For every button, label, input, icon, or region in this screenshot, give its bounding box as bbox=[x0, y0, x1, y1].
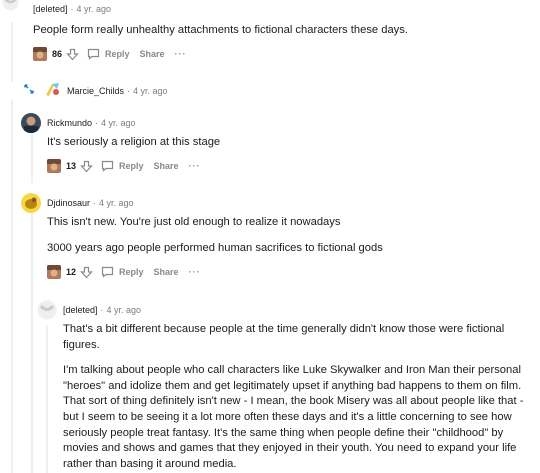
comment-body: People form really unhealthy attachments… bbox=[33, 23, 530, 39]
comment-body: That's a bit different because people at… bbox=[63, 322, 530, 472]
comment-meta: Rickmundo · 4 yr. ago bbox=[47, 118, 136, 128]
thread-line[interactable] bbox=[31, 213, 33, 473]
comment-author[interactable]: Djdinosaur bbox=[47, 198, 90, 208]
separator-dot: · bbox=[95, 118, 99, 128]
comment-time[interactable]: 4 yr. ago bbox=[101, 118, 136, 128]
comment-thread: [deleted] · 4 yr. ago People form really… bbox=[0, 0, 540, 473]
thread-line[interactable] bbox=[11, 100, 13, 473]
separator-dot: · bbox=[100, 305, 104, 315]
reply-button[interactable]: Reply bbox=[119, 161, 144, 171]
more-options-button[interactable]: ··· bbox=[189, 267, 201, 277]
thread-line[interactable] bbox=[31, 131, 33, 183]
share-button[interactable]: Share bbox=[154, 267, 179, 277]
comment-time[interactable]: 4 yr. ago bbox=[77, 4, 112, 14]
comment-time[interactable]: 4 yr. ago bbox=[107, 305, 142, 315]
reply-button[interactable]: Reply bbox=[105, 49, 130, 59]
comment-paragraph: I'm talking about people who call charac… bbox=[63, 364, 524, 470]
comment-author: [deleted] bbox=[63, 305, 98, 315]
upvote-avatar-icon[interactable] bbox=[47, 159, 61, 173]
deleted-user-icon bbox=[2, 0, 19, 11]
upvote-avatar-icon[interactable] bbox=[33, 47, 47, 61]
reply-icon[interactable] bbox=[101, 266, 114, 278]
comment-paragraph: People form really unhealthy attachments… bbox=[33, 24, 408, 36]
user-avatar[interactable] bbox=[21, 193, 41, 213]
comment-time[interactable]: 4 yr. ago bbox=[99, 198, 134, 208]
user-avatar[interactable] bbox=[44, 81, 61, 98]
reply-button[interactable]: Reply bbox=[119, 267, 144, 277]
downvote-arrow-icon[interactable] bbox=[80, 160, 93, 173]
more-options-button[interactable]: ··· bbox=[189, 161, 201, 171]
comment-paragraph: 3000 years ago people performed human sa… bbox=[47, 241, 383, 254]
user-avatar[interactable] bbox=[21, 113, 41, 133]
thread-line[interactable] bbox=[11, 22, 13, 82]
comment-author[interactable]: Marcie_Childs bbox=[67, 86, 124, 96]
comment-body: This isn't new. You're just old enough t… bbox=[47, 215, 530, 256]
downvote-arrow-icon[interactable] bbox=[80, 266, 93, 279]
reply-icon[interactable] bbox=[87, 48, 100, 60]
deleted-avatar bbox=[2, 0, 19, 11]
comment-actions: 12 Reply Share ··· bbox=[47, 265, 201, 279]
expand-icon[interactable] bbox=[24, 84, 34, 94]
deleted-avatar bbox=[37, 300, 57, 320]
comment-paragraph: It's seriously a religion at this stage bbox=[47, 136, 221, 148]
comment-body: It's seriously a religion at this stage bbox=[47, 135, 530, 151]
vote-count: 12 bbox=[66, 267, 77, 277]
deleted-user-icon bbox=[37, 300, 57, 320]
comment-meta: [deleted] · 4 yr. ago bbox=[33, 4, 111, 14]
thread-line[interactable] bbox=[46, 325, 48, 473]
downvote-arrow-icon[interactable] bbox=[66, 48, 79, 61]
separator-dot: · bbox=[93, 198, 97, 208]
comment-paragraph: That's a bit different because people at… bbox=[63, 323, 505, 351]
comment-actions: 13 Reply Share ··· bbox=[47, 159, 201, 173]
vote-count: 13 bbox=[66, 161, 77, 171]
separator-dot: · bbox=[70, 4, 74, 14]
reply-icon[interactable] bbox=[101, 160, 114, 172]
vote-count: 86 bbox=[52, 49, 63, 59]
share-button[interactable]: Share bbox=[140, 49, 165, 59]
separator-dot: · bbox=[127, 86, 131, 96]
comment-author: [deleted] bbox=[33, 4, 68, 14]
more-options-button[interactable]: ··· bbox=[175, 49, 187, 59]
comment-author[interactable]: Rickmundo bbox=[47, 118, 92, 128]
comment-time[interactable]: 4 yr. ago bbox=[133, 86, 168, 96]
comment-actions: 86 Reply Share ··· bbox=[33, 47, 187, 61]
comment-meta: Djdinosaur · 4 yr. ago bbox=[47, 198, 134, 208]
comment-meta: [deleted] · 4 yr. ago bbox=[63, 305, 141, 315]
comment-meta: Marcie_Childs · 4 yr. ago bbox=[67, 86, 168, 96]
upvote-avatar-icon[interactable] bbox=[47, 265, 61, 279]
share-button[interactable]: Share bbox=[154, 161, 179, 171]
comment-paragraph: This isn't new. You're just old enough t… bbox=[47, 216, 341, 228]
